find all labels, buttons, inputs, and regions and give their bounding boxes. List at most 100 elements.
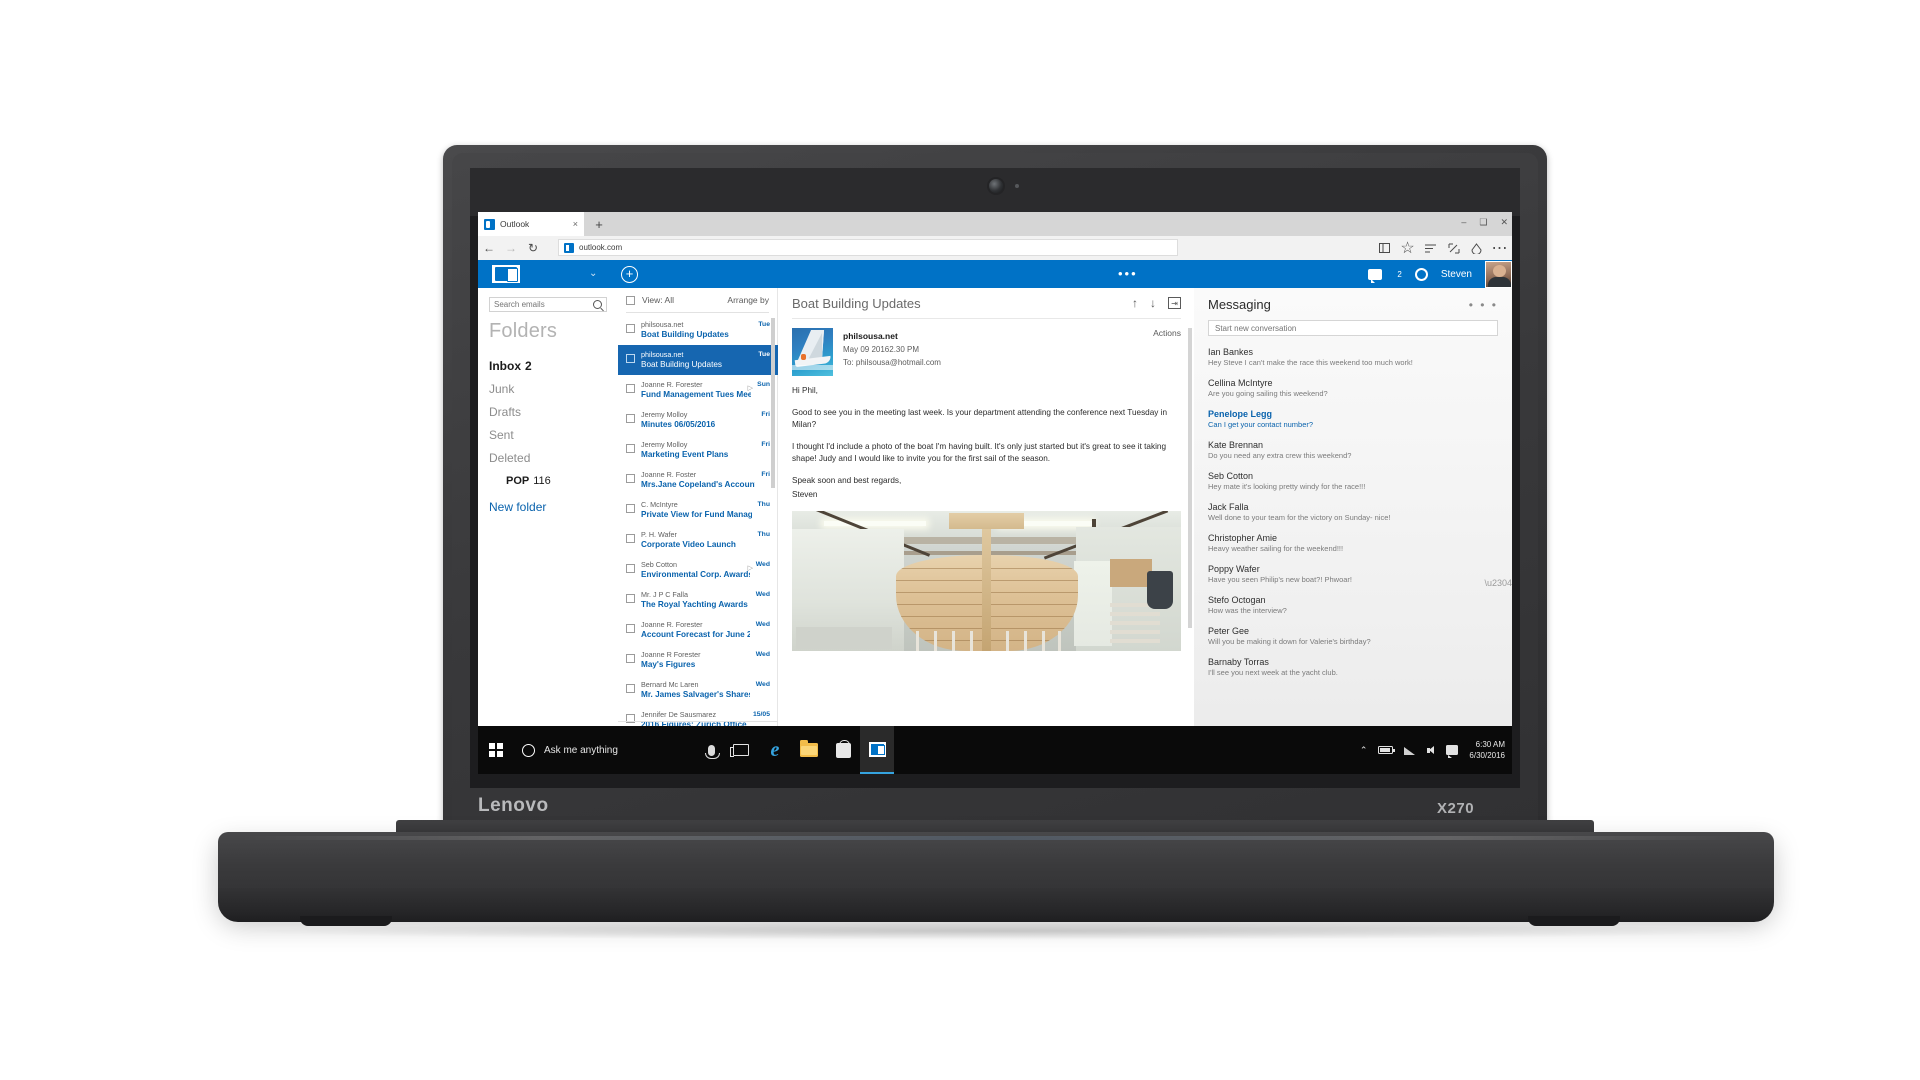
arrange-by-label[interactable]: Arrange by: [727, 295, 769, 305]
conversation-item[interactable]: Cellina McIntyre Are you going sailing th…: [1208, 377, 1498, 399]
avatar[interactable]: [1485, 260, 1512, 288]
message-list-item[interactable]: Seb Cotton Environmental Corp. Awards Wed ▷: [618, 555, 778, 585]
sidebar-item-junk[interactable]: Junk: [489, 378, 607, 401]
start-button[interactable]: [478, 726, 514, 774]
taskbar-clock[interactable]: 6:30 AM 6/30/2016: [1469, 739, 1505, 761]
select-all-checkbox[interactable]: [626, 295, 635, 305]
message-checkbox[interactable]: [626, 444, 635, 453]
message-checkbox[interactable]: [626, 414, 635, 423]
wifi-icon[interactable]: [1404, 746, 1416, 755]
reading-pane-scrollbar[interactable]: [1188, 318, 1192, 758]
hub-icon[interactable]: [1424, 242, 1437, 255]
message-checkbox[interactable]: [626, 684, 635, 693]
microphone-icon[interactable]: [705, 744, 720, 759]
conversation-item[interactable]: Christopher Amie Heavy weather sailing fo…: [1208, 532, 1498, 554]
search-input-field[interactable]: [494, 300, 593, 309]
close-window-button[interactable]: ✕: [1500, 217, 1508, 228]
message-list-item[interactable]: Joanne R. Forester Account Forecast for J…: [618, 615, 778, 645]
skype-messaging-icon[interactable]: [1368, 268, 1383, 283]
message-checkbox[interactable]: [626, 594, 635, 603]
notifications-icon[interactable]: [1446, 745, 1459, 758]
message-checkbox[interactable]: [626, 324, 635, 333]
message-summary: philsousa.net Boat Building Updates: [641, 320, 752, 340]
header-more-icon[interactable]: •••: [1118, 266, 1138, 281]
search-input[interactable]: [489, 297, 607, 312]
message-checkbox[interactable]: [626, 624, 635, 633]
share-icon[interactable]: [1470, 242, 1483, 255]
minimize-button[interactable]: –: [1461, 217, 1466, 227]
web-note-icon[interactable]: [1447, 242, 1460, 255]
message-list-item[interactable]: Joanne R Forester May's Figures Wed: [618, 645, 778, 675]
message-list-item[interactable]: Jeremy Molloy Marketing Event Plans Fri: [618, 435, 778, 465]
reading-view-icon[interactable]: [1378, 242, 1391, 255]
message-list-item[interactable]: C. McIntyrePrivate View for Fund Manager…: [618, 495, 778, 525]
message-checkbox[interactable]: [626, 354, 635, 363]
new-mail-button[interactable]: +: [621, 266, 638, 283]
file-explorer-icon[interactable]: [792, 726, 826, 774]
sidebar-item-sent[interactable]: Sent: [489, 424, 607, 447]
new-folder-link[interactable]: New folder: [489, 496, 607, 519]
show-hidden-icons-icon[interactable]: ⌃: [1360, 745, 1368, 756]
conversation-item[interactable]: Jack Falla Well done to your team for the…: [1208, 501, 1498, 523]
conversation-item[interactable]: Seb Cotton Hey mate it's looking pretty w…: [1208, 470, 1498, 492]
message-list-item[interactable]: philsousa.net Boat Building Updates Tue: [618, 345, 778, 375]
volume-icon[interactable]: [1427, 745, 1435, 755]
outlook-taskbar-icon[interactable]: [860, 726, 894, 774]
microsoft-store-icon[interactable]: [826, 726, 860, 774]
conversation-item[interactable]: Poppy Wafer Have you seen Philip's new bo…: [1208, 563, 1498, 585]
message-list-item[interactable]: Joanne R. Forester Fund Management Tues M…: [618, 375, 778, 405]
message-list-item[interactable]: Jeremy Molloy Minutes 06/05/2016 Fri: [618, 405, 778, 435]
close-tab-icon[interactable]: ×: [573, 219, 578, 229]
new-tab-button[interactable]: +: [590, 215, 608, 233]
sidebar-item-pop[interactable]: POP 116: [489, 470, 607, 493]
conversation-item[interactable]: Ian Bankes Hey Steve I can't make the rac…: [1208, 346, 1498, 368]
app-switcher-caret-icon[interactable]: ⌄: [589, 268, 597, 279]
maximize-button[interactable]: ❑: [1479, 217, 1487, 228]
search-icon[interactable]: [593, 300, 602, 309]
message-checkbox[interactable]: [626, 654, 635, 663]
collapse-caret-icon[interactable]: \u2304: [1484, 578, 1512, 588]
message-checkbox[interactable]: [626, 474, 635, 483]
view-filter-label[interactable]: View: All: [642, 295, 674, 305]
conversation-item[interactable]: Penelope Legg Can I get your contact numb…: [1208, 408, 1498, 430]
message-checkbox[interactable]: [626, 564, 635, 573]
message-checkbox[interactable]: [626, 504, 635, 513]
message-checkbox[interactable]: [626, 534, 635, 543]
conversation-item[interactable]: Peter Gee Will you be making it down for …: [1208, 625, 1498, 647]
conversation-item[interactable]: Stefo Octogan How was the interview?: [1208, 594, 1498, 616]
new-conversation-input[interactable]: [1208, 320, 1498, 336]
message-list-item[interactable]: P. H. Wafer Corporate Video Launch Thu: [618, 525, 778, 555]
message-list-item[interactable]: Mr. J P C Falla The Royal Yachting Awards…: [618, 585, 778, 615]
next-message-icon[interactable]: ↓: [1150, 296, 1156, 310]
actions-menu[interactable]: Actions: [1153, 328, 1181, 338]
back-icon[interactable]: ←: [478, 236, 500, 260]
previous-message-icon[interactable]: ↑: [1132, 296, 1138, 310]
browser-tab-outlook[interactable]: Outlook ×: [478, 212, 584, 236]
gear-icon[interactable]: [1414, 267, 1428, 281]
edge-browser-icon[interactable]: e: [758, 726, 792, 774]
conversation-item[interactable]: Kate Brennan Do you need any extra crew t…: [1208, 439, 1498, 461]
cortana-search-box[interactable]: Ask me anything: [514, 726, 724, 774]
favorites-star-icon[interactable]: ☆: [1400, 240, 1414, 257]
sender-name[interactable]: philsousa.net: [843, 331, 1181, 341]
more-options-icon[interactable]: ⋯: [1492, 240, 1508, 257]
forward-icon[interactable]: →: [500, 236, 522, 260]
message-list-item[interactable]: Joanne R. Foster Mrs.Jane Copeland's Acco…: [618, 465, 778, 495]
outlook-logo-icon[interactable]: [492, 265, 520, 283]
message-checkbox[interactable]: [626, 384, 635, 393]
sidebar-item-drafts[interactable]: Drafts: [489, 401, 607, 424]
refresh-icon[interactable]: ↻: [522, 236, 544, 260]
sidebar-item-inbox[interactable]: Inbox 2: [489, 355, 607, 378]
new-conversation-field[interactable]: [1215, 323, 1491, 333]
task-view-icon[interactable]: [724, 726, 758, 774]
message-list-item[interactable]: Bernard Mc Laren Mr. James Salvager's Sha…: [618, 675, 778, 705]
message-list-item[interactable]: philsousa.net Boat Building Updates Tue: [618, 315, 778, 345]
battery-icon[interactable]: [1378, 746, 1396, 754]
url-input[interactable]: outlook.com: [558, 239, 1178, 256]
open-in-new-window-icon[interactable]: ⇥: [1168, 297, 1181, 309]
message-list-scrollbar[interactable]: [771, 318, 775, 730]
sidebar-item-deleted[interactable]: Deleted: [489, 447, 607, 470]
user-name-label[interactable]: Steven: [1441, 269, 1472, 280]
messaging-more-icon[interactable]: • • •: [1469, 298, 1498, 312]
conversation-item[interactable]: Barnaby Torras I'll see you next week at …: [1208, 656, 1498, 678]
